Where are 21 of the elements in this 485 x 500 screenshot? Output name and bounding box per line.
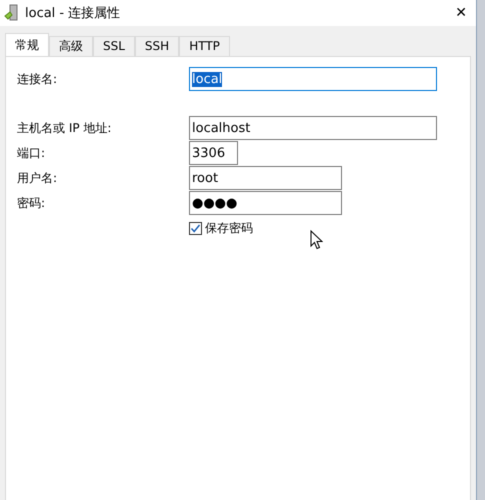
window-title: local - 连接属性 bbox=[25, 5, 122, 22]
close-button[interactable]: ✕ bbox=[446, 5, 476, 21]
field-label: 密码: bbox=[17, 194, 46, 212]
input-field[interactable]: root bbox=[189, 166, 342, 190]
input-field[interactable]: 3306 bbox=[189, 141, 238, 165]
field-label: 主机名或 IP 地址: bbox=[17, 120, 112, 136]
save-password-checkbox[interactable] bbox=[189, 222, 202, 235]
field-label: 连接名: bbox=[17, 70, 58, 88]
input-field[interactable]: local bbox=[189, 67, 437, 91]
checkbox-label: 保存密码 bbox=[205, 220, 253, 237]
input-field[interactable]: localhost bbox=[189, 116, 437, 140]
tab[interactable]: SSL bbox=[93, 36, 135, 56]
input-field[interactable]: ●●●● bbox=[189, 191, 342, 215]
mouse-pointer-icon bbox=[310, 230, 323, 250]
field-label: 端口: bbox=[17, 144, 46, 162]
tab[interactable]: SSH bbox=[134, 36, 180, 56]
tab[interactable]: HTTP bbox=[179, 36, 230, 56]
tab[interactable]: 高级 bbox=[49, 36, 93, 56]
tab[interactable]: 常规 bbox=[5, 33, 49, 56]
field-label: 用户名: bbox=[17, 170, 58, 186]
connection-icon bbox=[4, 4, 20, 22]
